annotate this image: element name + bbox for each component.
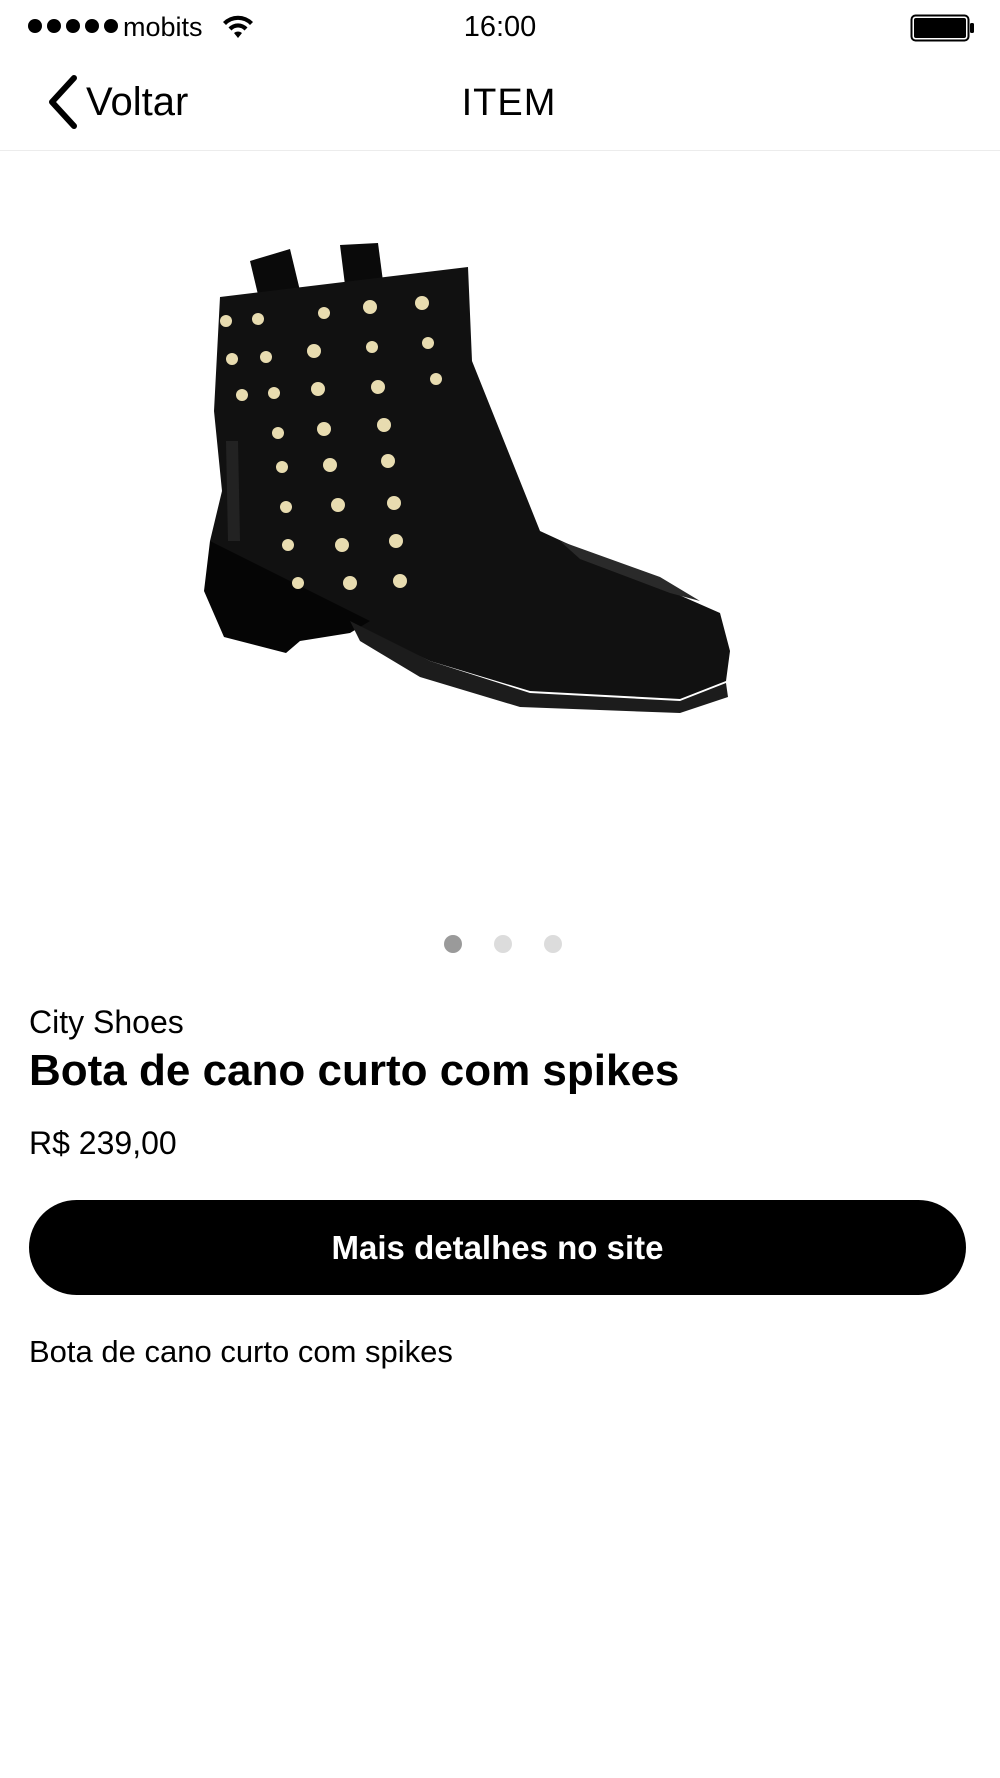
product-price: R$ 239,00 (29, 1125, 177, 1161)
product-description: Bota de cano curto com spikes (29, 1334, 453, 1369)
product-image (204, 243, 730, 713)
page-title: ITEM (461, 82, 557, 124)
carousel-dot-2[interactable] (494, 935, 512, 953)
clock: 16:00 (463, 11, 537, 43)
battery-icon (910, 14, 974, 42)
navigation-bar: Voltar ITEM (0, 56, 1000, 151)
product-brand: City Shoes (29, 1004, 184, 1040)
carousel-dot-3[interactable] (544, 935, 562, 953)
more-details-button[interactable]: Mais detalhes no site (29, 1200, 966, 1295)
product-image-carousel[interactable] (0, 151, 1000, 911)
status-bar: mobits 16:00 (0, 0, 1000, 56)
carousel-page-indicator[interactable] (0, 935, 1000, 953)
product-title: Bota de cano curto com spikes (29, 1046, 680, 1095)
carousel-dot-1[interactable] (444, 935, 462, 953)
